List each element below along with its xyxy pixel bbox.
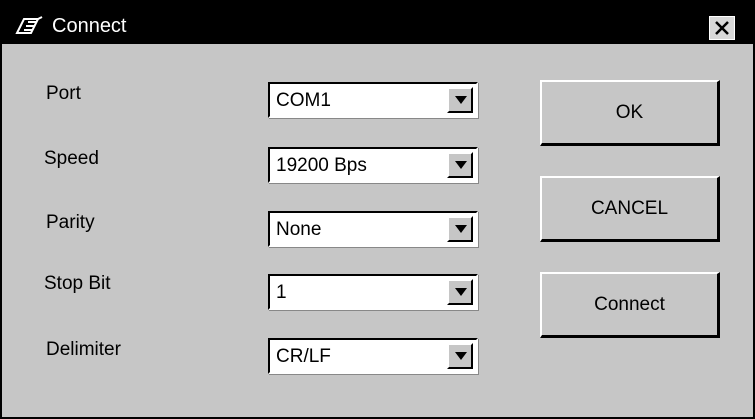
- stop-bit-select[interactable]: 1: [268, 274, 478, 310]
- cancel-button[interactable]: CANCEL: [540, 176, 720, 242]
- port-select[interactable]: COM1: [268, 82, 478, 118]
- close-icon: [715, 21, 729, 35]
- port-label: Port: [46, 83, 81, 104]
- port-dropdown-button[interactable]: [447, 87, 473, 113]
- chevron-down-icon: [455, 288, 467, 296]
- chevron-down-icon: [455, 225, 467, 233]
- parity-value: None: [276, 219, 322, 240]
- title-bar[interactable]: Connect: [2, 2, 753, 44]
- speed-label: Speed: [44, 148, 99, 169]
- close-button[interactable]: [709, 16, 735, 40]
- chevron-down-icon: [455, 96, 467, 104]
- chevron-down-icon: [455, 352, 467, 360]
- window-title: Connect: [52, 15, 127, 37]
- parity-label: Parity: [46, 212, 95, 233]
- speed-value: 19200 Bps: [276, 155, 367, 176]
- ok-button[interactable]: OK: [540, 80, 720, 146]
- stop-bit-value: 1: [276, 282, 287, 303]
- speed-dropdown-button[interactable]: [447, 152, 473, 178]
- speed-select[interactable]: 19200 Bps: [268, 147, 478, 183]
- port-value: COM1: [276, 90, 331, 111]
- connect-button[interactable]: Connect: [540, 272, 720, 338]
- delimiter-dropdown-button[interactable]: [447, 343, 473, 369]
- chevron-down-icon: [455, 161, 467, 169]
- connect-dialog: Connect Port COM1 Speed 19200 Bps Parity…: [0, 0, 755, 419]
- delimiter-select[interactable]: CR/LF: [268, 338, 478, 374]
- delimiter-value: CR/LF: [276, 346, 331, 367]
- parity-select[interactable]: None: [268, 211, 478, 247]
- stop-bit-dropdown-button[interactable]: [447, 279, 473, 305]
- connect-plug-icon: [14, 15, 44, 37]
- stop-bit-label: Stop Bit: [44, 273, 111, 294]
- delimiter-label: Delimiter: [46, 339, 121, 360]
- parity-dropdown-button[interactable]: [447, 216, 473, 242]
